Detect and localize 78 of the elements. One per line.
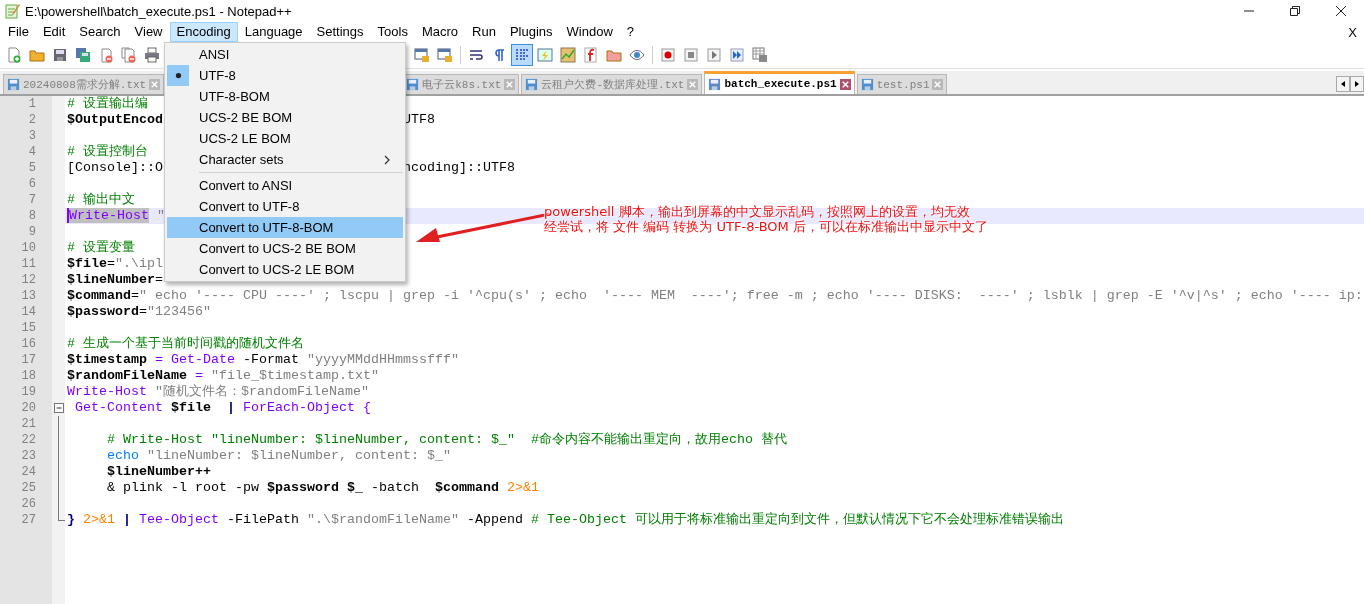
code-line: $lineNumber= [67, 272, 163, 287]
code-line: Get-Content $file | ForEach-Object { [74, 400, 371, 415]
code-line: $password="123456" [67, 304, 211, 319]
file-tab[interactable]: batch_execute.ps1 [704, 71, 855, 94]
code-line: & plink -l root -pw $password $_ -batch $command 2>&1 [106, 480, 539, 495]
line-number: 15 [20, 320, 37, 336]
menu-item[interactable]: Encoding [169, 22, 238, 42]
menu-item[interactable]: Character sets [167, 149, 403, 170]
menu-item[interactable]: Window [559, 22, 620, 42]
line-number: 8 [27, 208, 37, 224]
code-line: Write-Host " [67, 208, 165, 223]
code-line: } 2>&1 | Tee-Object -FilePath ".\$randomFileName" -Append # Tee-Object 可以用于将标准输出重定向到文件，但默认情况下它不会处理标准错误输出 [67, 512, 1064, 527]
menu-item[interactable]: Convert to ANSI [167, 175, 403, 196]
menu-item[interactable]: Convert to UCS-2 BE BOM [167, 238, 403, 259]
menu-item[interactable]: Language [237, 22, 310, 42]
code-line: # 生成一个基于当前时间戳的随机文件名 [67, 336, 304, 351]
menu-item[interactable]: ? [619, 22, 642, 42]
line-number: 16 [20, 336, 37, 352]
code-line: Write-Host "随机文件名：$randomFileName" [67, 384, 369, 399]
menu-item[interactable]: UTF-8-BOM [167, 86, 403, 107]
annotation-text: 经尝试，将 文件 编码 转换为 UTF-8-BOM 后，可以在标准输出中显示中文了 [544, 219, 988, 234]
line-number: 13 [20, 288, 37, 304]
code-line: [Console]::O [67, 160, 163, 176]
code-line: # Write-Host "lineNumber: $lineNumber, content: $_" #命令内容不能输出重定向，故用echo 替代 [106, 432, 787, 447]
menu-item[interactable]: Tools [370, 22, 415, 42]
code-line: $lineNumber++ [106, 464, 211, 479]
code-line: # 设置变量 [67, 240, 135, 255]
line-number: 7 [27, 192, 37, 208]
code-line: $timestamp = Get-Date -Format "yyyyMMddHHmmssfff" [67, 352, 459, 367]
menu-item[interactable]: Search [72, 22, 128, 42]
line-number: 18 [20, 368, 37, 384]
line-number: 22 [20, 432, 37, 448]
code-line: # 设置输出编 [67, 96, 148, 111]
line-number: 23 [20, 448, 37, 464]
line-number: 20 [20, 400, 37, 416]
line-number: 27 [20, 512, 37, 528]
code-line: $file=".\ipl [67, 256, 163, 271]
menu-item[interactable]: View [127, 22, 170, 42]
close-document-button[interactable]: X [1341, 24, 1364, 40]
line-number: 4 [27, 144, 37, 160]
line-number: 12 [20, 272, 37, 288]
line-number: 1 [27, 96, 37, 112]
line-number: 2 [27, 112, 37, 128]
line-number: 6 [27, 176, 37, 192]
menu-item[interactable]: ANSI [167, 44, 403, 65]
menu-item[interactable]: UTF-8 [167, 65, 403, 86]
menu-item[interactable]: File [1, 22, 36, 42]
code-line: # 设置控制台 [67, 144, 148, 159]
line-number: 3 [27, 128, 37, 144]
line-number: 24 [20, 464, 37, 480]
code-line: $randomFileName = "file_$timestamp.txt" [67, 368, 379, 383]
annotation-text: powershell 脚本，输出到屏幕的中文显示乱码，按照网上的设置，均无效 [544, 204, 971, 219]
menu-item[interactable]: Plugins [502, 22, 560, 42]
line-number: 14 [20, 304, 37, 320]
line-number: 19 [20, 384, 37, 400]
menu-item[interactable]: Settings [309, 22, 371, 42]
code-line: echo "lineNumber: $lineNumber, content: $_" [106, 448, 451, 463]
line-number: 11 [20, 256, 37, 272]
menu-item[interactable]: UCS-2 BE BOM [167, 107, 403, 128]
line-number: 25 [20, 480, 37, 496]
line-number: 9 [27, 224, 37, 240]
window-title: E:\powershell\batch_execute.ps1 - Notepad++ [25, 3, 292, 19]
line-number: 21 [20, 416, 37, 432]
menu-item[interactable]: Macro [414, 22, 466, 42]
menu-item[interactable]: Convert to UTF-8 [167, 196, 403, 217]
line-number: 26 [20, 496, 37, 512]
code-line: $OutputEncod [67, 112, 163, 128]
menu-item[interactable]: Convert to UTF-8-BOM [167, 217, 403, 238]
menu-item[interactable]: Edit [35, 22, 73, 42]
menu-item[interactable]: UCS-2 LE BOM [167, 128, 403, 149]
line-number: 5 [27, 160, 37, 176]
menu-item[interactable]: Run [465, 22, 503, 42]
line-number: 10 [20, 240, 37, 256]
code-line: $command=" echo '---- CPU ----' ; lscpu | grep -i '^cpu(s' ; echo '---- MEM ----'; free -m ; echo '---- DISKS: ----' ; lsblk | grep -E '^v|^s' ; echo '---- ip: [67, 288, 1363, 303]
code-line: ncoding]::UTF8 [403, 160, 516, 176]
line-number: 17 [20, 352, 37, 368]
menu-item[interactable]: Convert to UCS-2 LE BOM [167, 259, 403, 280]
code-line: # 输出中文 [67, 192, 135, 207]
